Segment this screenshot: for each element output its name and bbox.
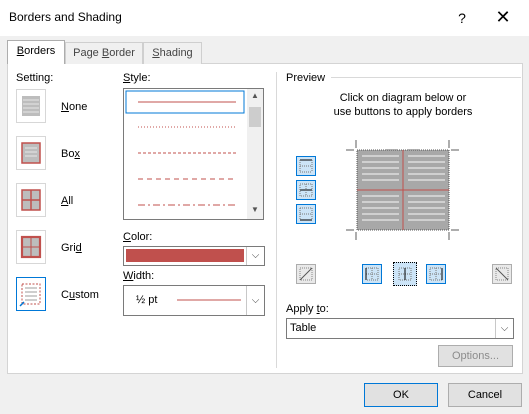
bottom-border-button[interactable]: [296, 204, 316, 224]
setting-grid-icon[interactable]: [16, 230, 46, 264]
color-label: Color:: [123, 231, 152, 243]
setting-custom-text: stom: [75, 289, 99, 301]
cancel-button[interactable]: Cancel: [448, 383, 522, 407]
apply-to-label-suffix: o:: [319, 303, 329, 315]
table-custom-icon: [19, 283, 41, 307]
apply-to-dropdown[interactable]: [286, 318, 514, 339]
column-divider: [276, 72, 277, 368]
setting-all-icon[interactable]: [16, 183, 46, 217]
tab-shading-label: hading: [159, 47, 193, 59]
style-label: Style:: [123, 72, 151, 84]
setting-box-label[interactable]: Box: [61, 148, 80, 160]
table-box-icon: [21, 142, 41, 164]
setting-none-mnemonic: N: [61, 101, 69, 113]
ok-button[interactable]: OK: [364, 383, 438, 407]
width-dropdown-chevron-icon[interactable]: ⌵: [246, 286, 264, 315]
left-border-button[interactable]: [362, 264, 382, 284]
scroll-up-icon[interactable]: ▲: [249, 91, 261, 103]
dialog-title: Borders and Shading: [9, 10, 122, 24]
border-right-icon: [429, 267, 443, 281]
width-label-text: idth:: [133, 270, 155, 282]
inside-vertical-border-button[interactable]: [393, 262, 417, 286]
preview-instruction-line2: use buttons to apply borders: [333, 106, 473, 118]
preview-diagram[interactable]: [346, 140, 459, 240]
tab-page-border-label: order: [109, 47, 135, 59]
color-label-text: olor:: [130, 231, 153, 243]
close-button[interactable]: ✕: [490, 6, 516, 30]
border-left-icon: [365, 267, 379, 281]
setting-label: Setting:: [16, 72, 54, 84]
setting-grid-mnemonic: d: [75, 242, 82, 254]
style-scroll-thumb[interactable]: [249, 107, 261, 127]
color-swatch: [126, 249, 244, 262]
setting-all-label[interactable]: All: [61, 195, 73, 207]
border-inside-horizontal-icon: [299, 183, 313, 197]
setting-custom-label[interactable]: Custom: [61, 289, 99, 301]
border-bottom-icon: [299, 207, 313, 221]
preview-instructions: Click on diagram below or use buttons to…: [290, 91, 516, 119]
border-top-icon: [299, 159, 313, 173]
color-dropdown-chevron-icon[interactable]: ⌵: [246, 247, 264, 265]
setting-box-mnemonic: x: [74, 148, 80, 160]
setting-custom-prefix: C: [61, 289, 69, 301]
width-value: ½ pt: [136, 294, 158, 306]
border-diagonal-down-icon: [495, 267, 509, 281]
top-border-button[interactable]: [296, 156, 316, 176]
tab-borders-label: orders: [24, 45, 56, 57]
apply-to-chevron-icon[interactable]: ⌵: [495, 319, 513, 338]
setting-box-icon[interactable]: [16, 136, 46, 170]
preview-divider: [331, 77, 521, 78]
setting-all-text: ll: [68, 195, 74, 207]
tab-shading-mnemonic: S: [152, 47, 160, 59]
setting-grid-text: Gri: [61, 242, 76, 254]
tab-borders[interactable]: Borders: [7, 40, 65, 64]
setting-none-label[interactable]: None: [61, 101, 87, 113]
help-button[interactable]: ?: [450, 6, 474, 30]
table-none-icon: [22, 96, 40, 116]
line-style-list: [125, 90, 245, 206]
tab-borders-mnemonic: B: [16, 45, 25, 57]
diagonal-down-border-button[interactable]: [296, 264, 316, 284]
preview-label: Preview: [286, 72, 326, 84]
tab-page-border[interactable]: Page Border: [65, 42, 143, 64]
tab-shading[interactable]: Shading: [143, 42, 202, 64]
apply-to-value: Table: [290, 322, 317, 334]
border-inside-vertical-icon: [398, 267, 412, 281]
setting-custom-icon[interactable]: [16, 277, 46, 311]
inside-horizontal-border-button[interactable]: [296, 180, 316, 200]
width-mnemonic: W: [123, 270, 134, 282]
options-button[interactable]: Options...: [438, 345, 513, 367]
setting-none-text: one: [68, 101, 88, 113]
table-grid-icon: [20, 235, 42, 259]
border-diagonal-up-icon: [299, 267, 313, 281]
diagonal-up-border-button[interactable]: [492, 264, 512, 284]
width-label: Width:: [123, 270, 154, 282]
apply-to-label: Apply to:: [286, 303, 329, 315]
apply-to-label-prefix: Apply: [286, 303, 317, 315]
right-border-button[interactable]: [426, 264, 446, 284]
preview-instruction-line1: Click on diagram below or: [339, 92, 467, 104]
style-label-text: tyle:: [130, 72, 151, 84]
color-mnemonic: C: [123, 231, 131, 243]
table-all-icon: [21, 189, 41, 211]
setting-box-text: Bo: [61, 148, 75, 160]
scroll-down-icon[interactable]: ▼: [249, 205, 261, 217]
tab-page-border-prefix: Page: [73, 47, 102, 59]
setting-grid-label[interactable]: Grid: [61, 242, 82, 254]
width-line-sample: [177, 299, 241, 301]
setting-none-icon[interactable]: [16, 89, 46, 123]
